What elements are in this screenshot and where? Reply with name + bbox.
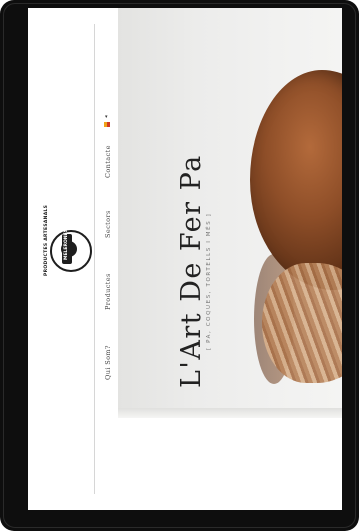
chevron-down-icon[interactable]: ▾ bbox=[105, 114, 108, 120]
logo-arc-text: PRODUCTES ARTESANALS bbox=[44, 204, 49, 276]
logo-brand-text: MELERONES bbox=[64, 229, 69, 260]
nav-item-label: Qui Som? bbox=[104, 345, 112, 380]
hero-subtitle: [ PA, COQUES, TORTELLS I MÉS ] bbox=[206, 212, 212, 350]
nav-item-contacte[interactable]: Contacte bbox=[104, 145, 112, 178]
nav-divider bbox=[94, 24, 95, 494]
nav-item-sectors[interactable]: Sectors bbox=[104, 210, 112, 238]
nav-item-label: Productes bbox=[104, 273, 112, 310]
bread-base-image bbox=[262, 263, 342, 383]
nav-item-qui-som[interactable]: Qui Som? bbox=[104, 345, 112, 380]
tablet-frame: Qui Som? Productes Sectors Contacte ▾ PR… bbox=[0, 0, 359, 531]
nav-item-productes[interactable]: Productes bbox=[104, 273, 112, 310]
hero-image-shadow bbox=[118, 408, 342, 418]
catalan-flag-icon[interactable] bbox=[104, 122, 110, 127]
hero-title: L'Art De Fer Pa bbox=[176, 154, 207, 388]
nav-item-label: Contacte bbox=[104, 145, 112, 178]
nav-item-label: Sectors bbox=[104, 210, 112, 238]
screen: Qui Som? Productes Sectors Contacte ▾ PR… bbox=[28, 8, 342, 510]
